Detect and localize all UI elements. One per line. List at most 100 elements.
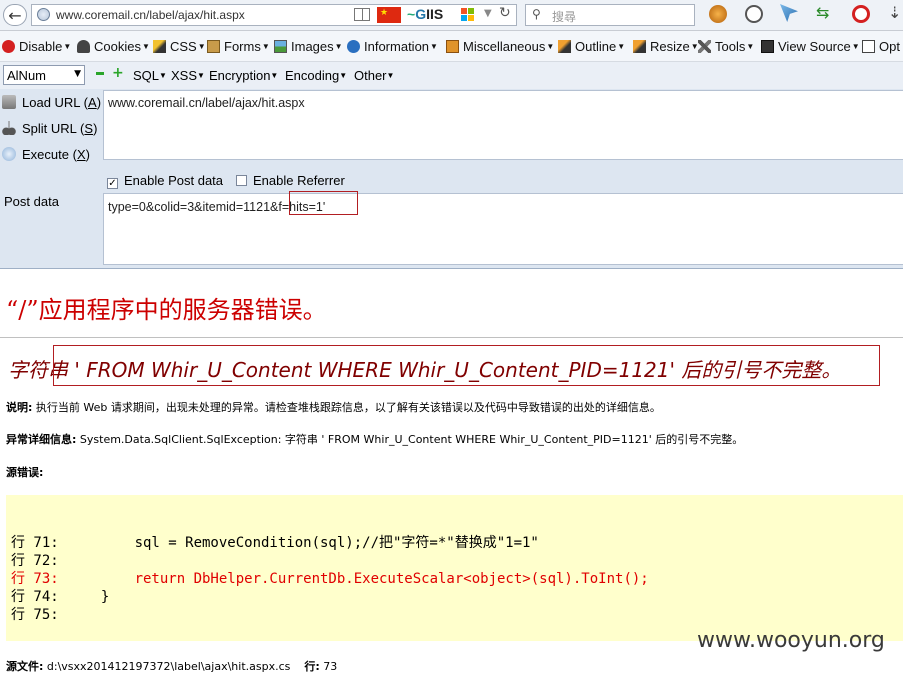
back-arrow-icon[interactable]: ←	[3, 4, 27, 26]
wd-resize-label: Resize	[650, 39, 690, 54]
code-line-error: 行 73: return DbHelper.CurrentDb.ExecuteS…	[11, 571, 649, 587]
addon-lion-icon[interactable]	[709, 5, 727, 23]
description-label: 说明:	[6, 401, 33, 414]
wd-view-source-label: View Source	[778, 39, 851, 54]
hackbar-xss-menu[interactable]: XSS▼	[171, 68, 205, 83]
hackbar-encryption-label: Encryption	[209, 68, 271, 83]
hackbar-other-menu[interactable]: Other▼	[354, 68, 394, 83]
ruler-icon	[633, 40, 646, 53]
enable-post-checkbox[interactable]: ✓ Enable Post data	[107, 173, 223, 189]
post-data-label: Post data	[4, 194, 59, 209]
enable-post-label: Enable Post data	[124, 173, 224, 188]
person-icon	[77, 40, 90, 53]
wd-options-menu[interactable]: Opt	[862, 39, 900, 54]
execute-accesskey: X	[76, 147, 86, 162]
wd-outline-menu[interactable]: Outline▼	[558, 39, 625, 54]
wd-images-menu[interactable]: Images▼	[274, 39, 343, 54]
flag-star: ★	[380, 8, 389, 18]
source-error-line: 源错误:	[6, 464, 43, 480]
watermark: www.wooyun.org	[697, 628, 885, 653]
wd-view-source-menu[interactable]: View Source▼	[761, 39, 860, 54]
wd-css-label: CSS	[170, 39, 197, 54]
giis-logo[interactable]: ~GIIS	[407, 6, 443, 22]
hackbar-xss-label: XSS	[171, 68, 198, 83]
source-file-line: 源文件: d:\vsxx201412197372\label\ajax\hit.…	[6, 658, 337, 674]
enable-referrer-checkbox[interactable]: Enable Referrer	[236, 173, 345, 188]
wd-resize-menu[interactable]: Resize▼	[633, 39, 699, 54]
wd-misc-label: Miscellaneous	[463, 39, 546, 54]
wd-css-menu[interactable]: CSS▼	[153, 39, 206, 54]
browser-navigation-bar: ← www.coremail.cn/label/ajax/hit.aspx ★ …	[0, 0, 903, 31]
description-line: 说明: 执行当前 Web 请求期间，出现未处理的异常。请检查堆栈跟踪信息，以了解…	[6, 399, 661, 415]
search-placeholder: 搜尋	[552, 10, 577, 24]
outline-pencil-icon	[558, 40, 571, 53]
image-icon	[274, 40, 287, 53]
wd-forms-menu[interactable]: Forms▼	[207, 39, 270, 54]
split-url-button[interactable]: Split URL (S)	[2, 121, 97, 136]
china-flag-icon: ★	[377, 7, 401, 23]
code-line: 行 74: }	[11, 589, 110, 605]
line-label: 行:	[304, 660, 320, 673]
wd-cookies-menu[interactable]: Cookies▼	[77, 39, 150, 54]
split-url-accesskey: S	[84, 121, 94, 136]
code-line: 行 71: sql = RemoveCondition(sql);//把"字符=…	[11, 535, 539, 551]
history-dropdown-icon[interactable]: ▼	[484, 8, 492, 19]
hackbar-other-label: Other	[354, 68, 387, 83]
windows-logo-icon[interactable]	[461, 8, 475, 22]
search-box[interactable]: ⚲ 搜尋	[525, 4, 695, 26]
load-url-button[interactable]: Load URL (A)	[2, 95, 101, 110]
title-divider	[0, 337, 903, 338]
exception-text: System.Data.SqlClient.SqlException: 字符串 …	[76, 433, 744, 446]
line-value: 73	[319, 660, 338, 673]
web-developer-toolbar: Disable▼ Cookies▼ CSS▼ Forms▼ Images▼ In…	[0, 31, 903, 62]
checkbox-unchecked-icon[interactable]	[236, 175, 247, 186]
decrease-icon[interactable]	[96, 72, 104, 75]
cursor-tool-icon[interactable]	[780, 4, 798, 22]
checkbox-checked-icon[interactable]: ✓	[107, 178, 118, 189]
wd-cookies-label: Cookies	[94, 39, 141, 54]
play-icon	[2, 147, 16, 161]
wd-disable-menu[interactable]: Disable▼	[2, 39, 71, 54]
page-title: “/”应用程序中的服务器错误。	[6, 296, 327, 324]
cookie-icon[interactable]	[745, 5, 763, 23]
encoding-select[interactable]: AlNum ▼	[3, 65, 85, 85]
hackbar-encoding-menu[interactable]: Encoding▼	[285, 68, 347, 83]
wd-information-menu[interactable]: Information▼	[347, 39, 438, 54]
wd-tools-label: Tools	[715, 39, 746, 54]
hackbar-panel: Load URL (A) Split URL (S) Execute (X) w…	[0, 89, 903, 269]
tools-wrench-icon	[698, 40, 711, 53]
download-icon[interactable]: ⇣	[888, 3, 901, 22]
pencil-icon	[153, 40, 166, 53]
address-bar-url[interactable]: www.coremail.cn/label/ajax/hit.aspx	[56, 8, 245, 22]
wd-images-label: Images	[291, 39, 334, 54]
url-textarea[interactable]: www.coremail.cn/label/ajax/hit.aspx	[103, 90, 903, 160]
execute-button[interactable]: Execute (X)	[2, 147, 90, 162]
post-data-textarea[interactable]: type=0&colid=3&itemid=1121&f=hits=1'	[103, 193, 903, 265]
clipboard-icon	[207, 40, 220, 53]
hackbar-sql-menu[interactable]: SQL▼	[133, 68, 167, 83]
source-error-label: 源错误:	[6, 466, 44, 479]
switch-arrows-icon[interactable]: ⇆	[816, 4, 829, 22]
url-textarea-value[interactable]: www.coremail.cn/label/ajax/hit.aspx	[108, 96, 305, 110]
wd-misc-menu[interactable]: Miscellaneous▼	[446, 39, 554, 54]
encoding-select-value: AlNum	[7, 68, 47, 83]
hackbar-encryption-menu[interactable]: Encryption▼	[209, 68, 278, 83]
exception-line: 异常详细信息: System.Data.SqlClient.SqlExcepti…	[6, 431, 743, 447]
giis-prefix: G	[415, 6, 427, 22]
monitor-icon	[761, 40, 774, 53]
increase-icon[interactable]: +	[112, 66, 124, 80]
load-url-accesskey: A	[88, 95, 97, 110]
hackbar-toolbar: AlNum ▼ + SQL▼ XSS▼ Encryption▼ Encoding…	[0, 62, 903, 89]
disable-icon	[2, 40, 15, 53]
address-bar[interactable]: www.coremail.cn/label/ajax/hit.aspx ★ ~G…	[31, 4, 517, 26]
load-url-label: Load URL	[22, 95, 81, 110]
hackbar-sql-label: SQL	[133, 68, 160, 83]
wd-options-label: Opt	[879, 39, 900, 54]
block-icon[interactable]	[852, 5, 870, 23]
wd-tools-menu[interactable]: Tools▼	[698, 39, 754, 54]
reload-icon[interactable]: ↻	[499, 5, 511, 21]
reader-view-icon[interactable]	[354, 8, 370, 21]
split-url-label: Split URL	[22, 121, 77, 136]
misc-book-icon	[446, 40, 459, 53]
source-file-label: 源文件:	[6, 660, 44, 673]
